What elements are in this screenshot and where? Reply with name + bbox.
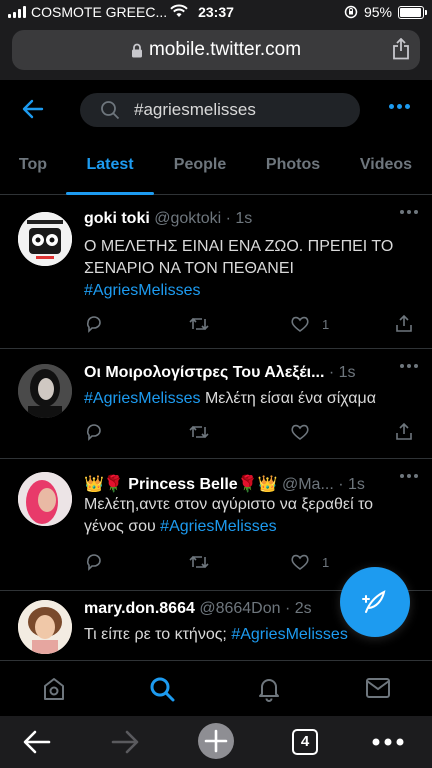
retweet-icon bbox=[189, 317, 209, 331]
tab-latest[interactable]: Latest bbox=[66, 140, 154, 195]
tweet[interactable]: Οι Μοιρολογίστρες Του Αλεξέι... · 1s #Ag… bbox=[0, 350, 432, 459]
avatar[interactable] bbox=[18, 600, 72, 654]
hashtag-link[interactable]: #AgriesMelisses bbox=[160, 518, 276, 535]
tweet-time: 1s bbox=[338, 364, 356, 381]
tweet-header: 👑🌹 Princess Belle🌹👑 @Ma... · 1s bbox=[84, 476, 365, 493]
retweet-icon bbox=[189, 425, 209, 439]
active-tab-indicator bbox=[66, 192, 154, 195]
battery-area: 95% bbox=[344, 4, 427, 20]
tweet[interactable]: goki toki @goktoki · 1s Ο ΜΕΛΕΤΗΣ ΕΙΝΑΙ … bbox=[0, 196, 432, 349]
like-button[interactable] bbox=[290, 422, 310, 442]
tweet-time: 1s bbox=[348, 476, 365, 493]
hashtag-link[interactable]: #AgriesMelisses bbox=[84, 282, 200, 299]
search-icon[interactable] bbox=[149, 676, 175, 702]
tweet-text: #AgriesMelisses Μελέτη είσαι ένα σίχαμα bbox=[84, 390, 376, 407]
avatar[interactable] bbox=[18, 472, 72, 526]
tweet-time: 2s bbox=[294, 600, 312, 617]
retweet-button[interactable] bbox=[188, 552, 210, 572]
url-text: mobile.twitter.com bbox=[148, 39, 302, 60]
share-tweet-icon bbox=[396, 422, 412, 440]
tab-top[interactable]: Top bbox=[0, 140, 66, 195]
search-tabs: Top Latest People Photos Videos bbox=[0, 140, 432, 195]
retweet-icon bbox=[189, 555, 209, 569]
reply-icon bbox=[86, 424, 101, 441]
author-name[interactable]: mary.don.8664 bbox=[84, 600, 195, 617]
browser-forward-icon[interactable] bbox=[110, 728, 140, 756]
search-icon bbox=[101, 101, 120, 120]
search-input[interactable]: #agriesmelisses bbox=[80, 93, 360, 127]
twitter-bottom-nav bbox=[0, 660, 432, 716]
browser-toolbar: 4 bbox=[0, 716, 432, 768]
reply-icon bbox=[86, 554, 101, 571]
tweet-actions bbox=[84, 422, 412, 446]
retweet-button[interactable] bbox=[188, 422, 210, 442]
hashtag-link[interactable]: #AgriesMelisses bbox=[84, 390, 200, 407]
author-handle: @8664Don bbox=[199, 600, 281, 617]
like-button[interactable]: 1 bbox=[290, 314, 329, 334]
tab-photos[interactable]: Photos bbox=[246, 140, 340, 195]
like-count: 1 bbox=[322, 316, 330, 332]
share-tweet-icon bbox=[396, 314, 412, 332]
tweet-menu-icon[interactable] bbox=[400, 474, 418, 478]
reply-icon bbox=[86, 316, 101, 333]
tweet-text: Ο ΜΕΛΕΤΗΣ ΕΙΝΑΙ ΕΝΑ ΖΩΟ. ΠΡΕΠΕΙ ΤΟ ΣΕΝΑΡ… bbox=[84, 238, 394, 299]
tweet-time: 1s bbox=[235, 210, 253, 227]
heart-icon bbox=[291, 316, 309, 332]
tab-videos[interactable]: Videos bbox=[340, 140, 432, 195]
author-name[interactable]: Οι Μοιρολογίστρες Του Αλεξέι... bbox=[84, 364, 324, 381]
tweet-text: Μελέτη,αντε στον αγύριστο να ξεραθεί το … bbox=[84, 496, 374, 535]
compose-tweet-button[interactable] bbox=[340, 567, 410, 637]
portrait-avatar-icon bbox=[18, 364, 72, 418]
hashtag-link[interactable]: #AgriesMelisses bbox=[231, 626, 347, 643]
lock-icon bbox=[131, 43, 142, 57]
tab-people[interactable]: People bbox=[154, 140, 246, 195]
search-header: #agriesmelisses bbox=[0, 80, 432, 140]
notifications-icon[interactable] bbox=[257, 676, 281, 702]
like-button[interactable]: 1 bbox=[290, 552, 329, 572]
compose-feather-icon bbox=[362, 590, 386, 613]
avatar[interactable] bbox=[18, 212, 72, 266]
more-options-icon[interactable] bbox=[389, 104, 410, 109]
avatar[interactable] bbox=[18, 364, 72, 418]
retweet-button[interactable] bbox=[188, 314, 210, 334]
reply-button[interactable] bbox=[84, 552, 104, 572]
browser-back-icon[interactable] bbox=[22, 728, 52, 756]
author-name[interactable]: 👑🌹 Princess Belle🌹👑 bbox=[84, 476, 278, 493]
tweet-menu-icon[interactable] bbox=[400, 364, 418, 368]
messages-icon[interactable] bbox=[365, 676, 391, 700]
reply-button[interactable] bbox=[84, 422, 104, 442]
search-query: #agriesmelisses bbox=[134, 100, 256, 119]
share-button[interactable] bbox=[394, 422, 414, 442]
reply-button[interactable] bbox=[84, 314, 104, 334]
share-icon[interactable] bbox=[392, 38, 410, 60]
tweet-header: Οι Μοιρολογίστρες Του Αλεξέι... · 1s bbox=[84, 364, 356, 381]
tweet-actions: 1 bbox=[84, 314, 412, 338]
browser-address-area: mobile.twitter.com bbox=[0, 24, 432, 80]
heart-icon bbox=[291, 424, 309, 440]
battery-percent: 95% bbox=[363, 4, 392, 20]
illustrated-avatar-icon bbox=[18, 600, 72, 654]
battery-icon bbox=[398, 5, 427, 19]
rotation-lock-icon bbox=[344, 5, 358, 19]
heart-icon bbox=[291, 554, 309, 570]
back-arrow-icon[interactable] bbox=[22, 98, 44, 120]
author-name[interactable]: goki toki bbox=[84, 210, 150, 227]
tweet-header: goki toki @goktoki · 1s bbox=[84, 210, 253, 227]
ios-status-bar: COSMOTE GREEC... 23:37 95% bbox=[0, 0, 432, 24]
like-count: 1 bbox=[322, 554, 330, 570]
address-bar[interactable]: mobile.twitter.com bbox=[12, 30, 420, 70]
new-tab-plus-icon[interactable] bbox=[197, 722, 235, 760]
share-button[interactable] bbox=[394, 314, 414, 334]
tabs-icon[interactable]: 4 bbox=[292, 729, 318, 755]
robot-avatar-icon bbox=[18, 212, 72, 266]
portrait-avatar-icon bbox=[18, 472, 72, 526]
author-handle: @Ma... bbox=[281, 476, 334, 493]
author-handle: @goktoki bbox=[154, 210, 222, 227]
home-icon[interactable] bbox=[42, 676, 66, 702]
more-icon[interactable] bbox=[372, 738, 404, 746]
tweet-menu-icon[interactable] bbox=[400, 210, 418, 214]
